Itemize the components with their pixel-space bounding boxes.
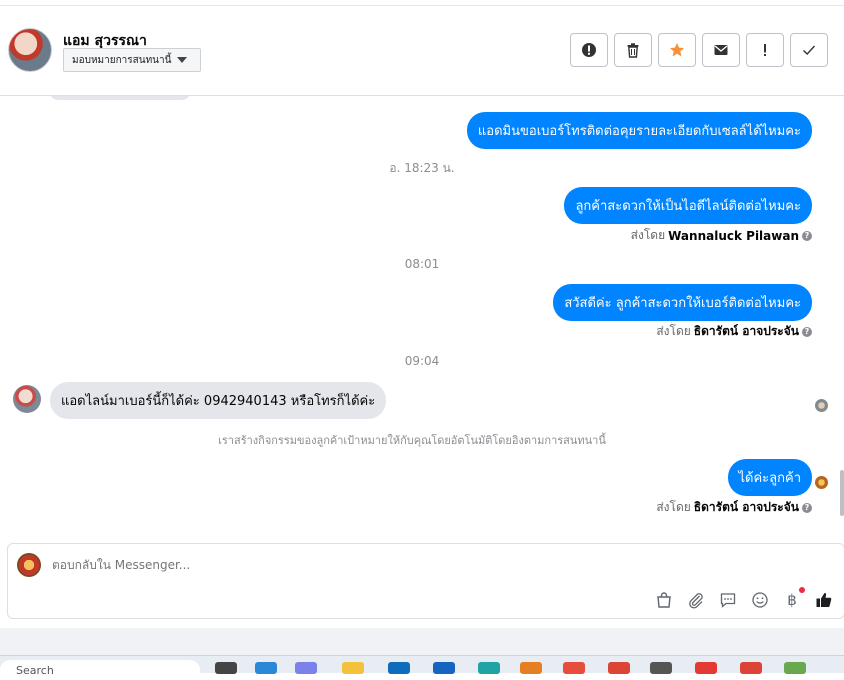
chrome-icon[interactable] (608, 662, 630, 674)
trash-icon (627, 43, 639, 58)
message-bubble-outgoing[interactable]: สวัสดีค่ะ ลูกค้าสะดวกให้เบอร์ติดต่อไหมคะ (553, 284, 812, 321)
mail-icon (714, 45, 728, 55)
sender-name: ธิดารัตน์ อาจประจัน (693, 324, 799, 338)
baht-icon[interactable]: ฿ (782, 587, 805, 610)
scrollbar[interactable] (840, 470, 844, 516)
contact-avatar[interactable] (8, 28, 52, 72)
emoji-icon[interactable] (750, 590, 770, 610)
file-explorer-icon[interactable] (342, 662, 364, 674)
check-icon (803, 45, 816, 55)
composer-tools: ฿ (654, 587, 834, 610)
outlook-icon[interactable] (388, 662, 410, 674)
assign-conversation-dropdown[interactable]: มอบหมายการสนทนานี้ (63, 48, 201, 72)
app-icon-3[interactable] (695, 662, 717, 674)
message-thread[interactable]: แอดมินขอเบอร์โทรติดต่อคุยรายละเอียดกับเซ… (0, 96, 844, 536)
taskbar-search-label: Search (16, 664, 54, 677)
timestamp: อ. 18:23 น. (389, 161, 455, 175)
star-icon (670, 43, 684, 57)
sent-by-label: ส่งโดย ธิดารัตน์ อาจประจัน ? (656, 498, 812, 517)
message-bubble-outgoing[interactable]: ได้ค่ะลูกค้า (727, 459, 812, 496)
seen-avatar-icon (815, 476, 828, 489)
paperclip-icon[interactable] (686, 590, 706, 610)
timestamp: 09:04 (404, 354, 440, 368)
timestamp: 08:01 (404, 257, 440, 271)
app-icon[interactable] (520, 662, 542, 674)
app-icon-2[interactable] (563, 662, 585, 674)
saved-reply-icon[interactable] (718, 590, 738, 610)
help-icon[interactable]: ? (802, 326, 812, 337)
widgets-icon[interactable] (255, 662, 277, 674)
task-view-icon[interactable] (215, 662, 237, 674)
notification-dot (799, 587, 805, 593)
sender-name: Wannaluck Pilawan (668, 228, 799, 243)
sent-by-label: ส่งโดย Wannaluck Pilawan ? (631, 226, 812, 245)
message-bubble-incoming[interactable]: แอดไลน์มาเบอร์นี้ก็ได้ค่ะ 0942940143 หรื… (50, 382, 387, 419)
caret-down-icon (177, 57, 188, 63)
taskbar-search[interactable]: Search (0, 660, 200, 680)
edge-icon[interactable] (478, 662, 500, 674)
conversation-header: แอม สุวรรณา มอบหมายการสนทนานี้ (0, 6, 844, 96)
windows-taskbar: Search (0, 655, 844, 680)
chrome-icon-2[interactable] (740, 662, 762, 674)
mark-done-button[interactable] (790, 33, 828, 67)
star-button[interactable] (658, 33, 696, 67)
page-avatar (17, 553, 41, 577)
alert-icon (764, 44, 766, 56)
sent-by-prefix: ส่งโดย (656, 324, 691, 338)
sent-by-prefix: ส่งโดย (656, 500, 691, 514)
shopping-bag-icon[interactable] (654, 590, 674, 610)
reply-composer: ฿ (7, 543, 844, 619)
help-icon[interactable]: ? (802, 502, 812, 513)
reply-input[interactable] (52, 558, 652, 572)
sent-by-prefix: ส่งโดย (630, 228, 666, 242)
spam-icon (582, 43, 596, 57)
teams-icon[interactable] (295, 662, 317, 674)
store-icon[interactable] (433, 662, 455, 674)
system-notice: เราสร้างกิจกรรมของลูกค้าเป้าหมายให้กับคุ… (218, 434, 606, 447)
mark-unread-button[interactable] (702, 33, 740, 67)
contact-avatar-small[interactable] (13, 385, 41, 413)
spam-button[interactable] (570, 33, 608, 67)
notepad-icon[interactable] (650, 662, 672, 674)
message-bubble-outgoing[interactable]: แอดมินขอเบอร์โทรติดต่อคุยรายละเอียดกับเซ… (466, 112, 812, 149)
alert-button[interactable] (746, 33, 784, 67)
header-actions (570, 33, 828, 67)
app-icon-4[interactable] (784, 662, 806, 674)
sender-name: ธิดารัตน์ อาจประจัน (693, 500, 799, 514)
message-bubble-outgoing[interactable]: ลูกค้าสะดวกให้เป็นไอดีไลน์ติดต่อไหมคะ (564, 187, 812, 224)
sent-by-label: ส่งโดย ธิดารัตน์ อาจประจัน ? (656, 322, 812, 341)
assign-label: มอบหมายการสนทนานี้ (72, 54, 172, 66)
thumbs-up-icon[interactable] (814, 590, 834, 610)
delete-button[interactable] (614, 33, 652, 67)
help-icon[interactable]: ? (802, 230, 812, 241)
message-bubble-incoming (50, 96, 190, 100)
seen-avatar-icon (815, 399, 828, 412)
